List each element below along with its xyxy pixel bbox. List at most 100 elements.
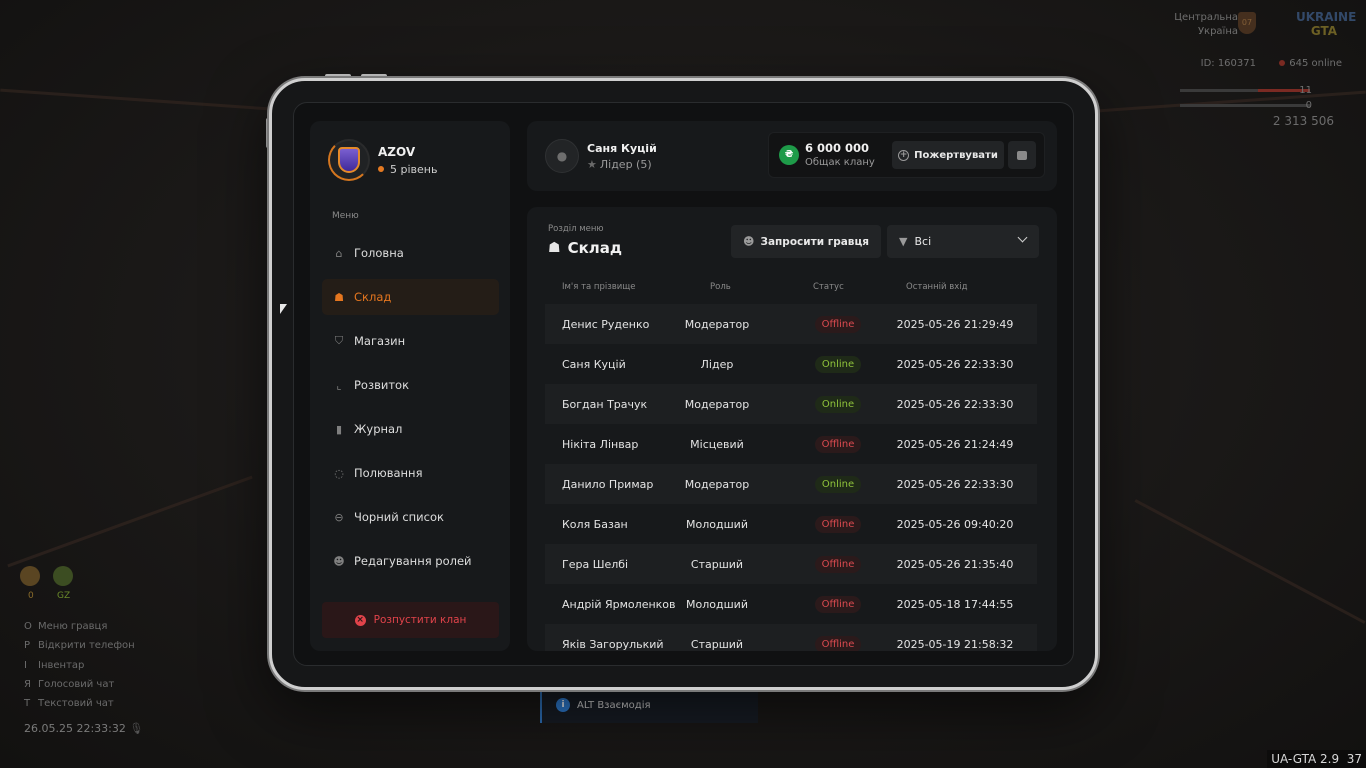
mouse-cursor-icon [280,304,287,314]
clan-bank: ₴ 6 000 000 Общак клану + Пожертвувати [768,132,1045,178]
sidebar-item-shop[interactable]: ⛉ Магазин [322,323,499,359]
status-badge: Offline [812,624,864,651]
last-login: 2025-05-26 22:33:30 [896,477,1014,491]
keybind-item: I Інвентар [24,659,85,671]
status-badge: Online [812,344,864,384]
status-filter-select[interactable]: ▼ Всі [887,225,1039,258]
money-value: 2 313 506 [1272,114,1334,128]
table-row[interactable]: Яків Загорулький Старший Offline 2025-05-19… [545,624,1037,651]
zone-value: GZ [57,591,71,601]
player-id: ID: 160371 [1200,58,1256,69]
sidebar-item-label: Головна [354,246,404,260]
table-row[interactable]: Денис Руденко Модератор Offline 2025-05-26 … [545,304,1037,344]
sidebar-item-home[interactable]: ⌂ Головна [322,235,499,271]
wallet-button[interactable] [1008,141,1036,169]
table-row[interactable]: Нікіта Лінвар Місцевий Offline 2025-05-26 2… [545,424,1037,464]
table-row[interactable]: Андрій Ярмоленков Молодший Offline 2025-05-… [545,584,1037,624]
server-logo-line-1: UKRAINE [1296,10,1357,24]
donate-button[interactable]: + Пожертвувати [892,141,1004,169]
member-name: Данило Примар [562,477,654,491]
sidebar-item-label: Полювання [354,466,423,480]
status-badge: Online [812,384,864,424]
level-dot-icon [378,166,384,172]
table-row[interactable]: Данило Примар Модератор Online 2025-05-26 2… [545,464,1037,504]
armor-bar [1180,104,1310,107]
last-login: 2025-05-26 21:29:49 [896,317,1014,331]
status-badge-text: Offline [814,555,862,573]
info-icon: i [556,698,570,712]
last-login: 2025-05-26 22:33:30 [896,357,1014,371]
server-logo: UKRAINE GTA [1296,10,1357,42]
last-login: 2025-05-26 21:24:49 [896,437,1014,451]
health-value: 11 [1299,85,1312,96]
user-info: ● Саня Куцій ★ Лідер (5) [545,139,657,173]
table-row[interactable]: Саня Куцій Лідер Online 2025-05-26 22:33:30 [545,344,1037,384]
sidebar-item-label: Склад [354,290,392,304]
column-status-header: Статус [813,282,844,292]
table-row[interactable]: Коля Базан Молодший Offline 2025-05-26 09:4… [545,504,1037,544]
status-badge-text: Online [814,395,862,413]
sidebar-item-hunting[interactable]: ◌ Полювання [322,455,499,491]
plus-icon: + [898,149,910,161]
version-label: UA-GTA 2.9 37 [1267,750,1366,768]
bank-label: Общак клану [805,157,875,168]
donate-label: Пожертвувати [914,149,998,161]
member-role: Модератор [684,317,750,331]
bank-amount: 6 000 000 [805,141,870,155]
sidebar-item-label: Чорний список [354,510,444,524]
member-name: Богдан Трачук [562,397,648,411]
microphone-icon: 🎙 [129,722,144,735]
status-badge-text: Online [814,355,862,373]
wallet-icon [1017,150,1027,160]
status-badge-text: Online [814,475,862,493]
chart-icon: ⌞ [336,378,342,392]
target-icon: ◌ [334,466,344,480]
region-line-1: Центральна [1174,12,1238,23]
region-badge: 07 [1238,12,1256,34]
book-icon: ▮ [335,422,343,436]
online-count: 645 online [1279,58,1342,69]
sidebar-item-roster[interactable]: ☗ Склад [322,279,499,315]
sidebar-item-blacklist[interactable]: ⊖ Чорний список [322,499,499,535]
last-login: 2025-05-26 09:40:20 [896,517,1014,531]
clan-level: 5 рівень [378,163,437,176]
background-beam [1134,499,1366,624]
status-badge-text: Offline [814,315,862,333]
member-name: Денис Руденко [562,317,650,331]
status-badge: Offline [812,584,864,624]
keybind-item: O Меню гравця [24,621,108,632]
member-role: Місцевий [690,437,744,451]
keybind-item: Я Голосовий чат [24,678,115,690]
disband-clan-button[interactable]: × Розпустити клан [322,602,499,638]
last-login: 2025-05-18 17:44:55 [896,597,1014,611]
online-text: 645 online [1289,58,1342,69]
last-login: 2025-05-26 22:33:30 [896,397,1014,411]
background-beam [0,88,270,111]
member-role: Старший [690,557,744,571]
member-name: Саня Куцій [562,357,626,371]
table-row[interactable]: Гера Шелбі Старший Offline 2025-05-26 21:35… [545,544,1037,584]
filter-icon: ▼ [899,235,908,248]
last-login: 2025-05-19 21:58:32 [896,637,1014,651]
status-badge-text: Offline [814,435,862,453]
users-icon: ☗ [548,240,561,256]
header: ● Саня Куцій ★ Лідер (5) ₴ 6 000 000 Обща… [527,121,1057,191]
invite-player-button[interactable]: ☻ Запросити гравця [731,225,881,258]
status-badge: Offline [812,504,864,544]
datetime: 26.05.25 22:33:32 🎙 [24,722,144,735]
status-badge: Offline [812,544,864,584]
sidebar-item-development[interactable]: ⌞ Розвиток [322,367,499,403]
sidebar-menu: ⌂ Головна ☗ Склад ⛉ Магазин ⌞ Розвиток ▮ Журн… [322,235,499,587]
table-row[interactable]: Богдан Трачук Модератор Online 2025-05-26 2… [545,384,1037,424]
home-icon: ⌂ [335,246,343,260]
sidebar-item-journal[interactable]: ▮ Журнал [322,411,499,447]
member-name: Гера Шелбі [562,557,629,571]
sidebar-item-roles[interactable]: ☻ Редагування ролей [322,543,499,579]
sidebar-item-label: Розвиток [354,378,410,392]
user-role: ★ Лідер (5) [587,158,657,171]
status-badge: Offline [812,424,864,464]
member-role: Молодший [686,597,748,611]
thirst-icon [53,566,73,586]
last-login: 2025-05-26 21:35:40 [896,557,1014,571]
armor-value: 0 [1305,100,1312,111]
